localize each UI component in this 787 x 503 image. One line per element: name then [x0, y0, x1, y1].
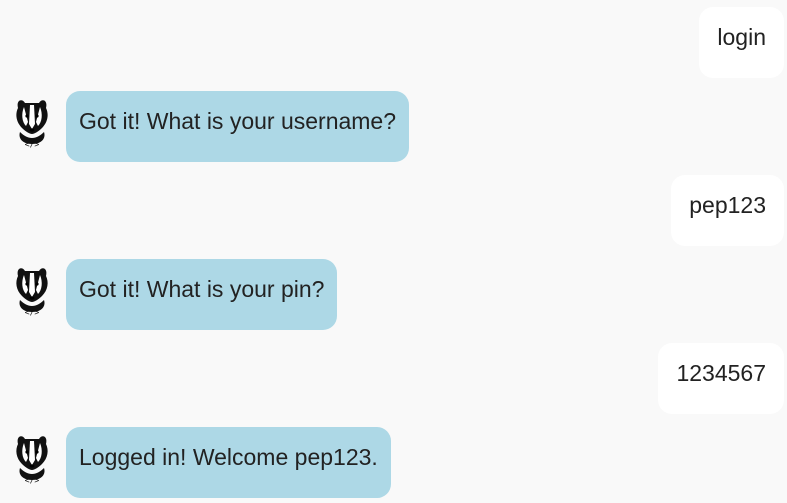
- bot-message-bubble: Logged in! Welcome pep123.: [66, 427, 391, 498]
- badger-icon: </>: [16, 100, 48, 148]
- user-message-bubble: 1234567: [658, 343, 784, 414]
- svg-text:</>: </>: [25, 476, 40, 484]
- user-message-bubble: pep123: [671, 175, 784, 246]
- bot-message-bubble: Got it! What is your pin?: [66, 259, 338, 330]
- badger-icon: </>: [16, 268, 48, 316]
- svg-text:</>: </>: [25, 308, 40, 316]
- badger-icon: </>: [16, 436, 48, 484]
- chat-thread: login </> Got it! What is your username?…: [0, 0, 787, 503]
- bot-message-bubble: Got it! What is your username?: [66, 91, 410, 162]
- user-message-bubble: login: [699, 7, 784, 78]
- svg-text:</>: </>: [25, 140, 40, 148]
